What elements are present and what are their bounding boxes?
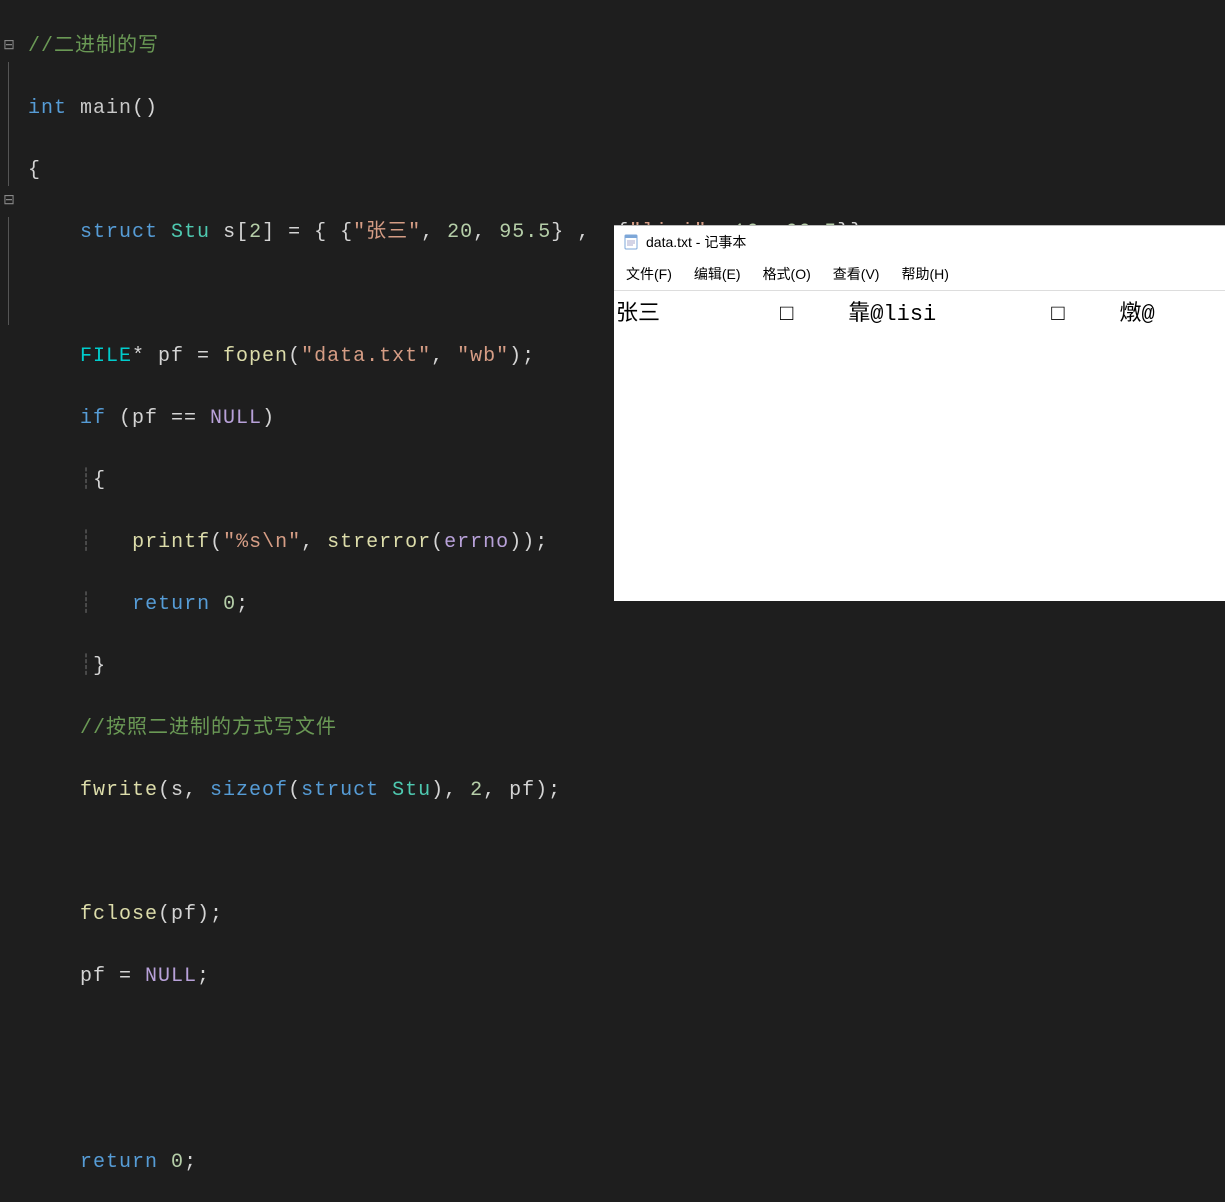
fold-guide [8, 62, 18, 93]
content-text: 燉@ [1119, 302, 1154, 327]
fold-guide [8, 124, 18, 155]
notepad-titlebar[interactable]: data.txt - 记事本 [614, 226, 1225, 258]
notepad-app-icon [622, 233, 640, 251]
fold-guide [8, 248, 18, 279]
fold-guide [8, 155, 18, 186]
code-line: //按照二进制的方式写文件 [28, 713, 1225, 744]
menu-edit[interactable]: 编辑(E) [688, 262, 747, 286]
content-text: 靠@lisi [848, 302, 936, 327]
code-line: fwrite(s, sizeof(struct Stu), 2, pf); [28, 775, 1225, 806]
notepad-menubar: 文件(F) 编辑(E) 格式(O) 查看(V) 帮助(H) [614, 258, 1225, 290]
fold-gutter: ⊟ ⊟ [0, 0, 18, 601]
code-line [28, 837, 1225, 868]
content-placeholder-box: □ [1051, 302, 1064, 327]
fold-guide [8, 310, 18, 325]
menu-help[interactable]: 帮助(H) [895, 262, 954, 286]
fold-guide [8, 279, 18, 310]
notepad-text-area[interactable]: 张三 □ 靠@lisi □ 燉@ [614, 290, 1225, 601]
code-line: pf = NULL; [28, 961, 1225, 992]
code-line [28, 1085, 1225, 1116]
code-line: ┊} [28, 651, 1225, 682]
notepad-title-text: data.txt - 记事本 [646, 232, 746, 252]
menu-format[interactable]: 格式(O) [757, 262, 817, 286]
code-line [28, 1023, 1225, 1054]
menu-view[interactable]: 查看(V) [827, 262, 886, 286]
code-line: //二进制的写 [28, 31, 1225, 62]
notepad-window: data.txt - 记事本 文件(F) 编辑(E) 格式(O) 查看(V) 帮… [614, 225, 1225, 601]
fold-guide [8, 217, 18, 248]
code-line: return 0; [28, 1147, 1225, 1178]
content-placeholder-box: □ [780, 302, 793, 327]
menu-file[interactable]: 文件(F) [620, 262, 678, 286]
content-text: 张三 [616, 302, 660, 327]
fold-blank [0, 0, 18, 31]
code-line: { [28, 155, 1225, 186]
code-line: int main() [28, 93, 1225, 124]
fold-collapse-icon[interactable]: ⊟ [0, 31, 18, 62]
fold-collapse-icon[interactable]: ⊟ [0, 186, 18, 217]
code-line: fclose(pf); [28, 899, 1225, 930]
fold-guide [8, 93, 18, 124]
